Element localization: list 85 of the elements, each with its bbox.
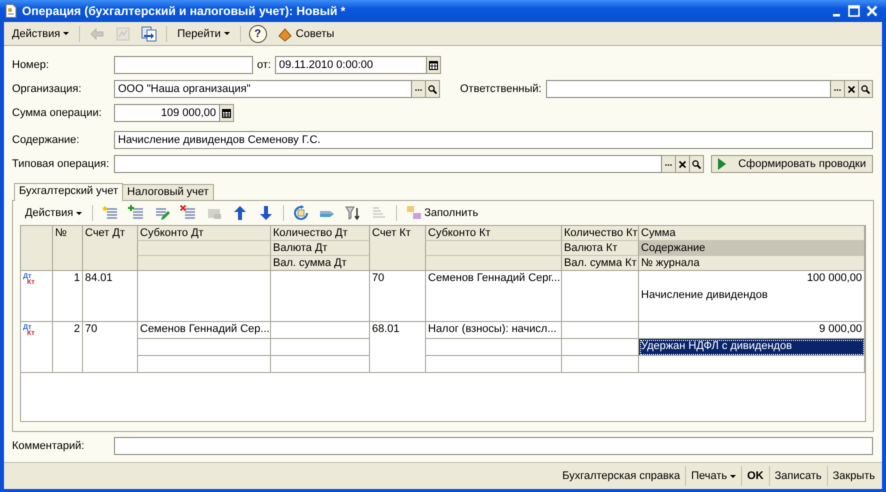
close-icon[interactable] <box>866 5 878 17</box>
ok-button[interactable]: OK <box>742 468 769 484</box>
caret-icon <box>63 32 70 35</box>
table-cell: 70 <box>83 322 138 373</box>
field-label: Комментарий: <box>12 440 86 452</box>
column-header: Вал. сумма Кт <box>562 256 639 271</box>
column-header: Валюта Дт <box>271 241 370 256</box>
calculator-button[interactable] <box>220 104 234 122</box>
clear-button[interactable] <box>676 155 690 173</box>
search-button[interactable] <box>859 80 873 98</box>
caret-icon <box>224 32 230 35</box>
column-header: Валюта Кт <box>562 241 639 256</box>
generate-button[interactable]: Сформировать проводки <box>711 155 873 173</box>
search-icon <box>692 160 702 168</box>
calendar-icon <box>429 60 438 70</box>
table-cell: Семенов Геннадий Серг... <box>426 271 562 288</box>
table-cell: 68.01 <box>370 322 426 373</box>
documents-arrow-icon[interactable] <box>139 24 160 44</box>
column-header: Вал. сумма Дт <box>271 256 370 271</box>
table-cell: 1 <box>53 271 83 322</box>
menu-button[interactable]: Действия <box>7 24 74 42</box>
field-label: от: <box>257 59 272 71</box>
column-header: Субконто Дт <box>138 226 271 241</box>
close-icon <box>679 160 686 168</box>
column-header: Содержание <box>639 241 865 256</box>
column-header: Сумма <box>639 226 865 241</box>
close-icon <box>848 86 855 92</box>
column-header: Счет Кт <box>370 226 426 271</box>
caret-icon <box>76 212 82 214</box>
table-cell: 2 <box>53 322 83 373</box>
content-field[interactable]: Начисление дивидендов Семенову Г.С. <box>114 131 873 149</box>
table-cell: Удержан НДФЛ с дивидендов <box>639 339 865 356</box>
column-header: Счет Дт <box>83 226 138 271</box>
search-icon <box>861 84 870 94</box>
search-icon <box>428 84 437 94</box>
column-header: № журнала <box>639 256 865 271</box>
field-label: Номер: <box>12 59 50 71</box>
column-header: № <box>53 226 83 271</box>
column-header: Количество Дт <box>271 226 370 241</box>
fill-icon <box>407 206 422 220</box>
save-button[interactable]: Записать <box>770 468 827 484</box>
report-button[interactable]: Бухгалтерская справка <box>557 468 686 484</box>
ellipsis-icon <box>834 88 841 90</box>
maximize-icon[interactable] <box>848 5 860 17</box>
table-cell: Семенов Геннадий Сер... <box>138 322 271 339</box>
tab[interactable]: Бухгалтерский учет <box>14 183 124 201</box>
play-icon <box>718 158 726 170</box>
field-label: Ответственный: <box>460 83 543 95</box>
table-cell: Налог (взносы): начисл... <box>426 322 562 339</box>
amount-field[interactable]: 109 000,00 <box>114 104 220 122</box>
caret-icon <box>730 474 736 478</box>
window-title: Операция (бухгалтерский и налоговый учет): Новый * <box>22 4 346 18</box>
search-button[interactable] <box>426 80 440 98</box>
menu-button[interactable]: Перейти <box>172 24 235 42</box>
calculator-icon <box>222 108 231 118</box>
table-cell: 100 000,00 <box>639 271 865 288</box>
table-cell: 70 <box>370 271 426 322</box>
operation-type-field[interactable] <box>114 155 662 173</box>
fill-button[interactable]: Заполнить <box>402 203 484 223</box>
calendar-button[interactable] <box>427 56 441 74</box>
close-button[interactable]: Закрыть <box>828 468 880 484</box>
tips-button[interactable]: Советы <box>272 22 340 44</box>
responsible-field[interactable] <box>546 80 831 98</box>
column-header: Количество Кт <box>562 226 639 241</box>
search-button[interactable] <box>690 155 704 173</box>
tips-icon <box>276 26 293 42</box>
table-cell: Начисление дивидендов <box>639 288 865 305</box>
clear-button[interactable] <box>845 80 859 98</box>
column-header: Субконто Кт <box>426 226 562 241</box>
ellipsis-icon <box>415 88 422 90</box>
help-button[interactable]: ? <box>248 24 267 42</box>
number-field[interactable] <box>114 56 253 74</box>
document-icon <box>5 4 17 18</box>
field-label: Типовая операция: <box>12 158 110 170</box>
field-label: Организация: <box>12 83 82 95</box>
menu-button[interactable]: Действия <box>20 204 88 222</box>
field-label: Сумма операции: <box>12 107 103 119</box>
organization-field[interactable]: ООО "Наша организация" <box>114 80 412 98</box>
table-cell: 84.01 <box>83 271 138 322</box>
tab[interactable]: Налоговый учет <box>122 184 214 200</box>
comment-field[interactable] <box>114 437 873 455</box>
print-menu-button[interactable]: Печать <box>686 468 742 484</box>
ellipsis-icon <box>665 162 672 166</box>
field-label: Содержание: <box>12 134 80 146</box>
date-field[interactable]: 09.11.2010 0:00:00 <box>275 56 427 74</box>
